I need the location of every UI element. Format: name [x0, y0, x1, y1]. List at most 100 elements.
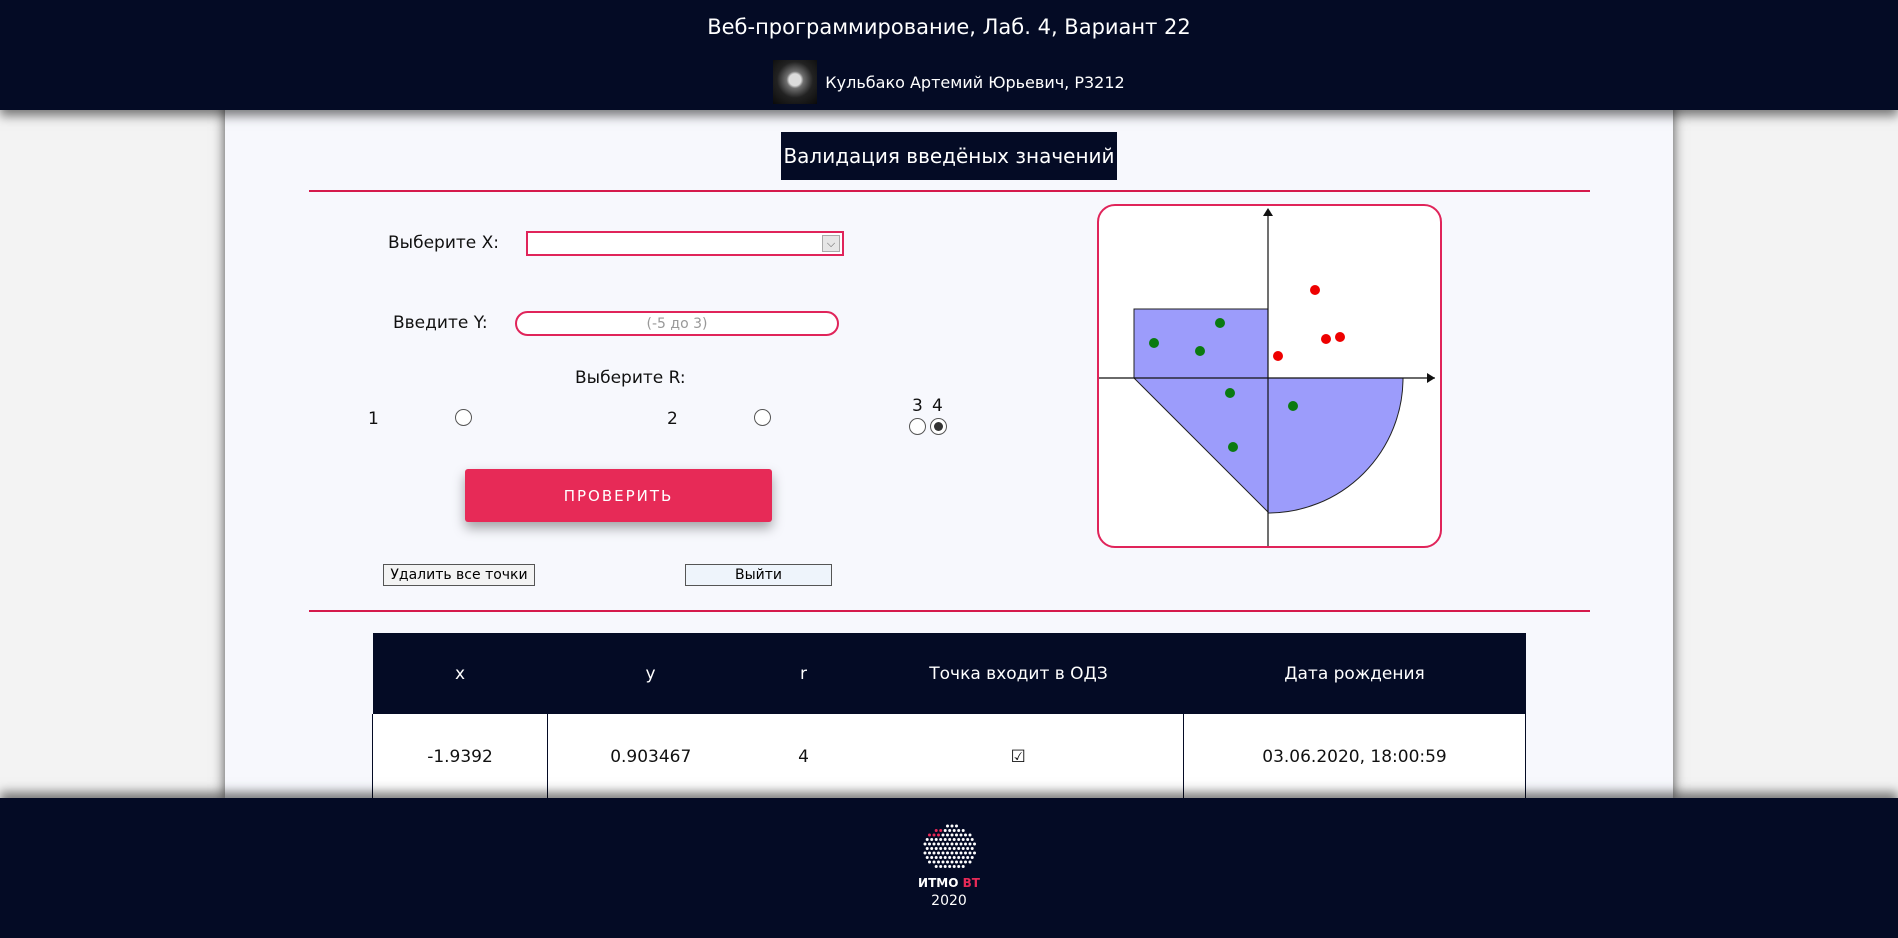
logo-dot — [966, 847, 970, 850]
logo-dot — [946, 833, 949, 837]
logo-text: ИТМО ВТ — [918, 876, 980, 890]
logo-dot — [932, 842, 936, 846]
y-label: Введите Y: — [393, 313, 488, 333]
cell-hit: ☑ — [853, 714, 1184, 799]
y-axis-arrow-icon — [1263, 208, 1273, 216]
logo-dot — [964, 833, 967, 837]
logo-dot — [952, 865, 956, 868]
logo-dot — [925, 838, 929, 841]
logo-dot — [952, 829, 956, 832]
y-input[interactable] — [515, 311, 839, 336]
logo-dot — [939, 856, 943, 859]
logo-dot — [939, 865, 943, 868]
divider-bottom — [309, 610, 1590, 612]
table-header-row: x y r Точка входит в ОДЗ Дата рождения — [372, 633, 1526, 714]
col-header-hit: Точка входит в ОДЗ — [853, 633, 1184, 714]
logo-dot — [941, 860, 945, 864]
check-button[interactable]: ПРОВЕРИТЬ — [465, 469, 772, 522]
logo-dot — [937, 851, 940, 855]
logo-dot — [957, 856, 961, 859]
divider-top — [309, 190, 1590, 192]
r-radio-4[interactable] — [930, 418, 947, 435]
logo-dot — [941, 833, 945, 837]
results-table: x y r Точка входит в ОДЗ Дата рождения -… — [372, 633, 1526, 799]
logo-dot — [934, 838, 938, 841]
logo-dot — [948, 829, 952, 832]
logo-dot — [948, 847, 952, 850]
logo-dot — [941, 851, 945, 855]
logo-dot — [934, 865, 938, 868]
page-title: Веб-программирование, Лаб. 4, Вариант 22 — [707, 15, 1191, 39]
logo-dot — [961, 865, 965, 868]
page-footer: ИТМО ВТ 2020 — [0, 798, 1898, 938]
logo-dot — [946, 842, 949, 846]
logo-dot — [930, 838, 934, 841]
delete-points-button[interactable]: Удалить все точки — [383, 564, 535, 586]
logo-dot — [973, 851, 976, 855]
logo-dot — [970, 856, 974, 859]
logo-dot — [928, 851, 931, 855]
logo-dot — [948, 856, 952, 859]
logo-dot — [961, 847, 965, 850]
r-radio-3[interactable] — [909, 418, 926, 435]
r-label: Выберите R: — [575, 368, 686, 388]
logo-dot — [961, 856, 965, 859]
logo-dot — [937, 833, 940, 837]
point-hit — [1195, 346, 1205, 356]
col-header-r: r — [753, 633, 854, 714]
cell-y: 0.903467 — [547, 714, 754, 799]
logo-dot — [961, 829, 965, 832]
itmo-logo-icon — [923, 824, 976, 868]
logo-dot — [966, 838, 970, 841]
chevron-down-icon[interactable]: ⌵ — [822, 235, 840, 252]
point-miss — [1335, 332, 1345, 342]
logo-dot — [925, 847, 929, 850]
logo-dot — [955, 851, 958, 855]
point-hit — [1149, 338, 1159, 348]
footer-year: 2020 — [931, 893, 967, 909]
logo-dot — [923, 842, 927, 846]
col-header-date: Дата рождения — [1183, 633, 1526, 714]
logo-dot — [939, 847, 943, 850]
logo-dot — [950, 842, 954, 846]
logo-dot — [943, 865, 947, 868]
point-hit — [1288, 401, 1298, 411]
logo-dot — [946, 860, 949, 864]
logo-dot — [955, 824, 958, 828]
r-option-label-2: 2 — [667, 409, 678, 429]
logo-dot — [957, 838, 961, 841]
logo-dot — [937, 860, 940, 864]
logo-dot — [932, 833, 936, 837]
logo-dot — [946, 851, 949, 855]
logout-button[interactable]: Выйти — [685, 564, 832, 586]
x-axis-arrow-icon — [1427, 373, 1435, 383]
logo-dot — [966, 856, 970, 859]
r-option-label-4: 4 — [932, 396, 943, 416]
logo-dot — [934, 856, 938, 859]
graph-svg[interactable] — [1099, 206, 1442, 548]
cell-x: -1.9392 — [372, 714, 548, 799]
logo-dot — [968, 842, 972, 846]
logo-dot — [939, 838, 943, 841]
logo-dot — [959, 842, 963, 846]
logo-dot — [968, 851, 972, 855]
logo-dot — [928, 842, 931, 846]
logo-dot — [957, 847, 961, 850]
x-select[interactable]: ⌵ — [526, 231, 844, 256]
graph-triangle — [1132, 377, 1269, 514]
logo-dot — [955, 842, 958, 846]
point-miss — [1310, 285, 1320, 295]
r-option-label-3: 3 — [912, 396, 923, 416]
r-radio-1[interactable] — [455, 409, 472, 426]
logo-dot — [959, 851, 963, 855]
logo-dot — [950, 851, 954, 855]
logo-dot — [928, 860, 931, 864]
logo-dot — [930, 856, 934, 859]
logo-dot — [950, 824, 954, 828]
graph-area[interactable] — [1097, 204, 1442, 548]
logo-dot — [957, 829, 961, 832]
logo-dot — [964, 842, 967, 846]
point-hit — [1228, 442, 1238, 452]
r-radio-2[interactable] — [754, 409, 771, 426]
logo-dot — [934, 847, 938, 850]
